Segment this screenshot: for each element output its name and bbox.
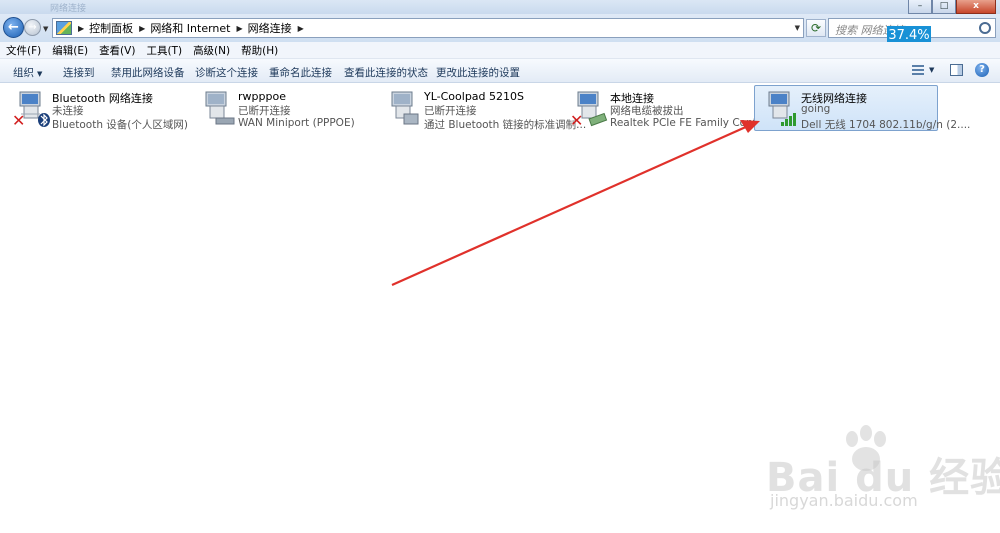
forward-arrow-icon: → bbox=[28, 22, 37, 33]
network-adapter-icon bbox=[205, 91, 235, 125]
breadcrumb-network-internet[interactable]: 网络和 Internet bbox=[150, 20, 230, 36]
breadcrumb-control-panel[interactable]: 控制面板 bbox=[89, 20, 133, 36]
window-controls: – □ x bbox=[908, 0, 996, 14]
network-adapter-icon: ✕ bbox=[570, 91, 608, 128]
change-settings-button[interactable]: 更改此连接的设置 bbox=[436, 65, 520, 80]
network-speed-percent: 37.4% bbox=[888, 28, 930, 43]
breadcrumb-chevron-icon[interactable]: ▶ bbox=[78, 24, 84, 33]
organize-label: 组织 bbox=[13, 67, 34, 79]
watermark-url: jingyan.baidu.com bbox=[770, 491, 918, 510]
disconnected-x-icon: ✕ bbox=[570, 111, 583, 128]
address-dropdown-icon[interactable]: ▼ bbox=[795, 24, 800, 32]
connection-status: 已断开连接 bbox=[238, 105, 291, 117]
connection-name: rwpppoe bbox=[238, 90, 286, 103]
connection-status: 已断开连接 bbox=[424, 105, 477, 117]
help-icon[interactable]: ? bbox=[975, 63, 989, 77]
connection-item-coolpad[interactable]: YL-Coolpad 5210S 已断开连接 通过 Bluetooth 链接的标… bbox=[378, 86, 586, 132]
connect-to-button[interactable]: 连接到 bbox=[63, 65, 95, 80]
window-title-bar: 网络连接 – □ x bbox=[0, 0, 1000, 14]
connection-device: WAN Miniport (PPPOE) bbox=[238, 117, 355, 129]
breadcrumb-chevron-icon[interactable]: ▶ bbox=[237, 24, 243, 33]
phone-modem-icon bbox=[403, 113, 419, 125]
diagnose-button[interactable]: 诊断这个连接 bbox=[195, 65, 258, 80]
menu-advanced[interactable]: 高级(N) bbox=[193, 43, 230, 58]
connection-name: YL-Coolpad 5210S bbox=[424, 90, 524, 103]
command-bar: 组织 ▼ 连接到 禁用此网络设备 诊断这个连接 重命名此连接 查看此连接的状态 更… bbox=[0, 59, 1000, 83]
connection-device: Bluetooth 设备(个人区域网) bbox=[52, 119, 189, 131]
connection-item-local[interactable]: ✕ 本地连接 网络电缆被拔出 Realtek PCIe FE Family Co… bbox=[564, 86, 780, 132]
menu-file[interactable]: 文件(F) bbox=[6, 43, 41, 58]
wan-modem-icon bbox=[215, 117, 235, 125]
organize-button[interactable]: 组织 ▼ bbox=[13, 65, 42, 80]
search-icon[interactable] bbox=[979, 22, 991, 34]
connection-item-bluetooth[interactable]: ✕ Bluetooth 网络连接 未连接 Bluetooth 设备(个人区域网) bbox=[6, 86, 188, 132]
connection-device: Dell 无线 1704 802.11b/g/n (2.... bbox=[801, 119, 971, 131]
disable-device-button[interactable]: 禁用此网络设备 bbox=[111, 65, 185, 80]
minimize-button[interactable]: – bbox=[908, 0, 932, 14]
menu-edit[interactable]: 编辑(E) bbox=[52, 43, 88, 58]
back-button[interactable]: ← bbox=[3, 17, 24, 38]
rename-button[interactable]: 重命名此连接 bbox=[269, 65, 332, 80]
window-title: 网络连接 bbox=[50, 4, 87, 14]
network-adapter-icon: ✕ bbox=[12, 91, 50, 128]
view-options-icon[interactable] bbox=[912, 65, 924, 76]
close-button[interactable]: x bbox=[956, 0, 996, 14]
breadcrumb-chevron-icon[interactable]: ▶ bbox=[298, 24, 304, 33]
view-status-button[interactable]: 查看此连接的状态 bbox=[344, 65, 428, 80]
menu-bar: 文件(F) 编辑(E) 查看(V) 工具(T) 高级(N) 帮助(H) bbox=[0, 42, 1000, 59]
disconnected-x-icon: ✕ bbox=[12, 111, 25, 128]
address-bar[interactable]: ▶ 控制面板 ▶ 网络和 Internet ▶ 网络连接 ▶ ▼ bbox=[52, 18, 804, 38]
menu-help[interactable]: 帮助(H) bbox=[241, 43, 278, 58]
refresh-icon: ⟳ bbox=[810, 21, 822, 35]
connection-status: 网络电缆被拔出 bbox=[610, 105, 684, 117]
control-panel-icon bbox=[56, 21, 72, 35]
connection-item-rwpppoe[interactable]: rwpppoe 已断开连接 WAN Miniport (PPPOE) bbox=[192, 86, 368, 132]
baidu-jingyan-watermark: Bai du 经验 jingyan.baidu.com bbox=[764, 425, 1000, 515]
view-dropdown-icon[interactable]: ▼ bbox=[929, 66, 934, 74]
back-arrow-icon: ← bbox=[8, 20, 19, 35]
maximize-button[interactable]: □ bbox=[932, 0, 956, 14]
connection-status: 未连接 bbox=[52, 105, 84, 117]
breadcrumb-network-connections[interactable]: 网络连接 bbox=[248, 20, 292, 36]
refresh-button[interactable]: ⟳ bbox=[806, 19, 826, 37]
breadcrumb-chevron-icon[interactable]: ▶ bbox=[139, 24, 145, 33]
chevron-down-icon: ▼ bbox=[37, 70, 43, 78]
connection-status: going bbox=[801, 103, 831, 115]
preview-pane-icon[interactable] bbox=[950, 64, 963, 76]
network-adapter-icon bbox=[768, 91, 796, 126]
menu-view[interactable]: 查看(V) bbox=[99, 43, 135, 58]
connection-item-wireless[interactable]: 无线网络连接 going Dell 无线 1704 802.11b/g/n (2… bbox=[754, 85, 970, 131]
connection-device: 通过 Bluetooth 链接的标准调制... bbox=[424, 119, 587, 131]
navigation-bar: ← → ▼ ▶ 控制面板 ▶ 网络和 Internet ▶ 网络连接 ▶ ▼ ⟳… bbox=[0, 14, 1000, 56]
menu-tools[interactable]: 工具(T) bbox=[146, 43, 182, 58]
network-adapter-icon bbox=[391, 91, 419, 125]
recent-pages-dropdown[interactable]: ▼ bbox=[43, 25, 48, 33]
forward-button[interactable]: → bbox=[24, 19, 41, 36]
